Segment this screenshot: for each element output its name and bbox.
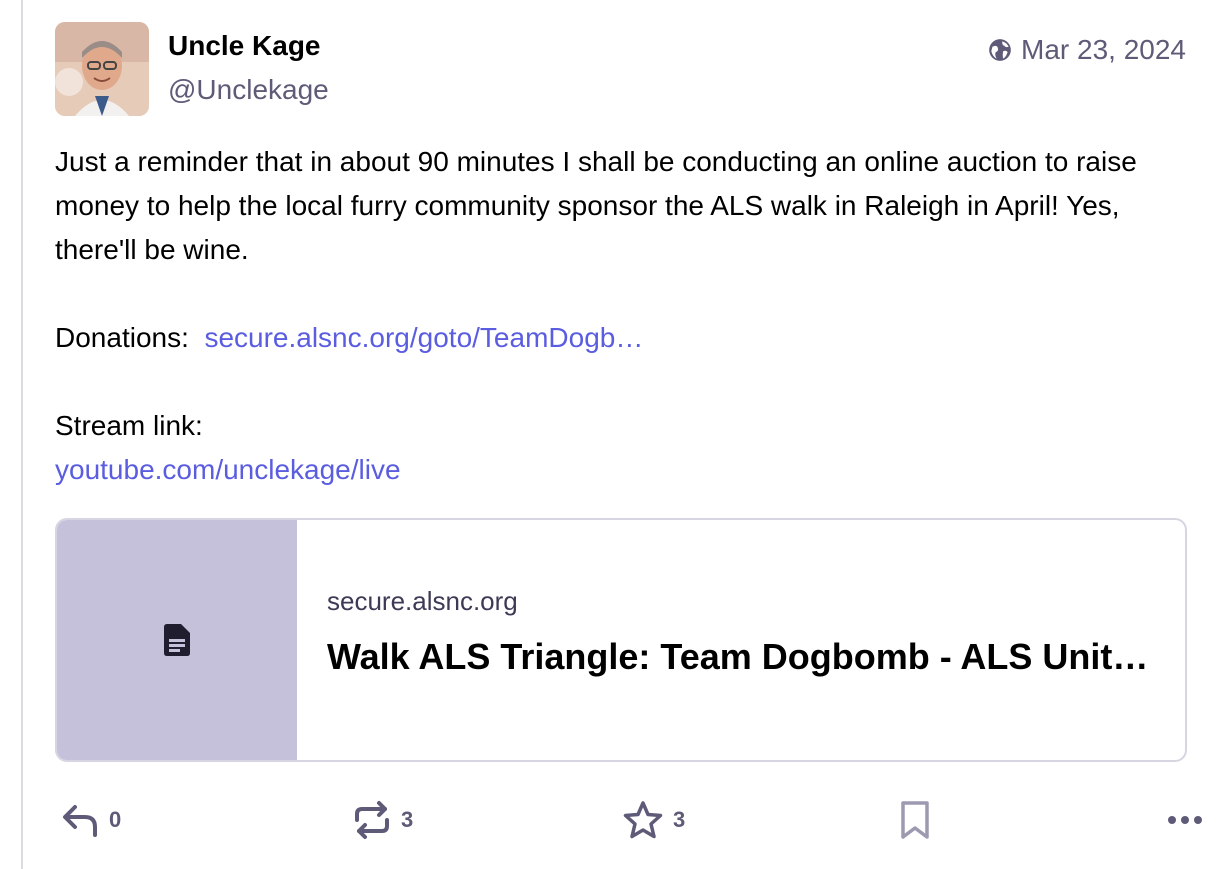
boost-count: 3 [401,807,414,832]
favourite-count: 3 [673,807,686,832]
author-display-name[interactable]: Uncle Kage [168,30,321,62]
star-icon [623,801,663,839]
more-options-button[interactable] [1167,796,1203,844]
status-post: Uncle Kage @Unclekage Mar 23, 2024 Just … [21,0,1222,869]
globe-icon [989,39,1011,61]
favourite-button[interactable]: 3 [623,796,685,844]
link-preview-domain: secure.alsnc.org [327,586,518,616]
stream-label: Stream link: [55,410,203,441]
reply-count: 0 [109,807,122,832]
boost-button[interactable]: 3 [353,796,413,844]
donations-line: Donations: secure.alsnc.org/goto/TeamDog… [55,316,1175,360]
donations-link[interactable]: secure.alsnc.org/goto/TeamDogb… [204,322,643,353]
stream-link[interactable]: youtube.com/unclekage/live [55,454,401,485]
reply-button[interactable]: 0 [61,796,121,844]
link-preview-title: Walk ALS Triangle: Team Dogbomb - ALS Un… [327,636,1149,677]
post-timestamp[interactable]: Mar 23, 2024 [987,34,1186,66]
link-preview-thumbnail [57,520,297,760]
post-date: Mar 23, 2024 [1021,34,1186,65]
more-icon [1168,816,1202,824]
link-preview-card[interactable]: secure.alsnc.org Walk ALS Triangle: Team… [55,518,1187,762]
avatar-photo [55,22,149,116]
post-content: Just a reminder that in about 90 minutes… [55,140,1175,492]
reply-icon [63,805,97,837]
boost-icon [355,801,389,839]
author-handle[interactable]: @Unclekage [168,74,329,106]
post-paragraph: Just a reminder that in about 90 minutes… [55,146,1137,265]
document-icon [164,624,190,656]
donations-label: Donations: [55,322,189,353]
bookmark-icon [901,801,929,839]
avatar[interactable] [55,22,149,116]
bookmark-button[interactable] [899,796,931,844]
post-action-bar: 0 3 3 [55,796,1202,844]
